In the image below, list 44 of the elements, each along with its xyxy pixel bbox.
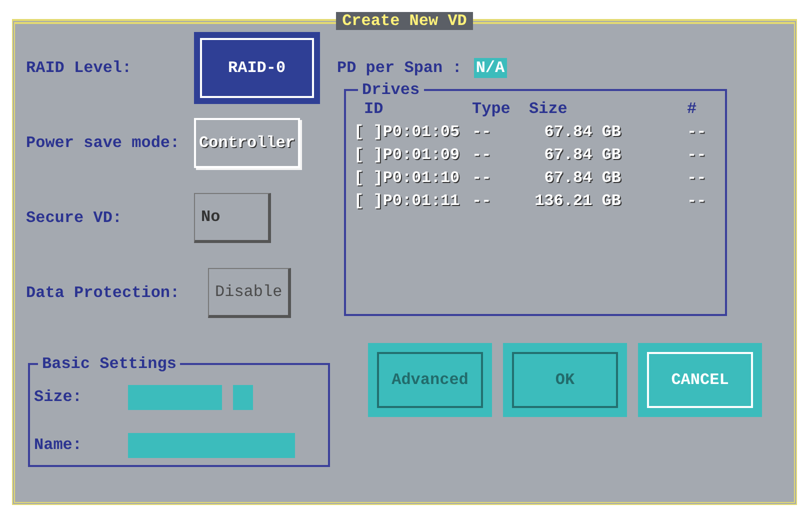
drive-number: -- <box>687 145 708 166</box>
pd-per-span-label: PD per Span : <box>337 58 462 78</box>
drive-size: 136.21 GB <box>534 191 621 212</box>
setting-label: Data Protection: <box>26 282 181 304</box>
field-label: Name: <box>34 435 84 456</box>
setting-label: Power save mode: <box>26 132 181 154</box>
drive-checkbox[interactable]: [ ] <box>354 145 383 166</box>
drive-number: -- <box>687 191 708 212</box>
column-header: ID <box>363 99 384 120</box>
drive-checkbox[interactable]: [ ] <box>354 122 383 143</box>
column-header: Type <box>472 99 512 120</box>
drive-type: -- <box>472 191 492 212</box>
option-button[interactable]: No <box>194 192 271 242</box>
drive-id: P0:01:05 <box>382 122 460 143</box>
drive-checkbox[interactable]: [ ] <box>354 168 383 189</box>
column-header: Size <box>529 99 568 120</box>
column-header: # <box>687 99 698 120</box>
field-label: Size: <box>34 387 84 408</box>
dialog-button[interactable]: OK <box>503 343 627 417</box>
drive-size: 67.84 GB <box>543 122 621 143</box>
drive-number: -- <box>687 168 708 189</box>
drive-checkbox[interactable]: [ ] <box>354 191 383 212</box>
drive-id: P0:01:10 <box>382 168 460 189</box>
basic-settings-title: Basic Settings <box>41 355 178 373</box>
pd-per-span-value[interactable]: N/A <box>474 58 507 78</box>
dialog-button[interactable]: Advanced <box>368 343 492 417</box>
dialog-button[interactable]: CANCEL <box>638 343 762 417</box>
drive-size: 67.84 GB <box>543 168 621 189</box>
setting-label: RAID Level: <box>26 58 133 78</box>
setting-label: Secure VD: <box>26 208 124 228</box>
size-unit-field[interactable] <box>233 384 253 410</box>
drive-number: -- <box>687 122 708 143</box>
option-button[interactable]: Controller <box>194 118 300 168</box>
drive-id: P0:01:09 <box>382 145 460 166</box>
drive-type: -- <box>472 168 492 189</box>
drives-title: Drives <box>361 81 421 99</box>
drive-type: -- <box>472 145 492 166</box>
drive-id: P0:01:11 <box>382 191 460 212</box>
size-field[interactable] <box>128 384 222 410</box>
drive-size: 67.84 GB <box>543 145 621 166</box>
name-field[interactable] <box>128 432 295 458</box>
option-button[interactable]: RAID-0 <box>194 32 320 104</box>
dialog-title: Create New VD <box>336 12 473 30</box>
drive-type: -- <box>472 122 492 143</box>
